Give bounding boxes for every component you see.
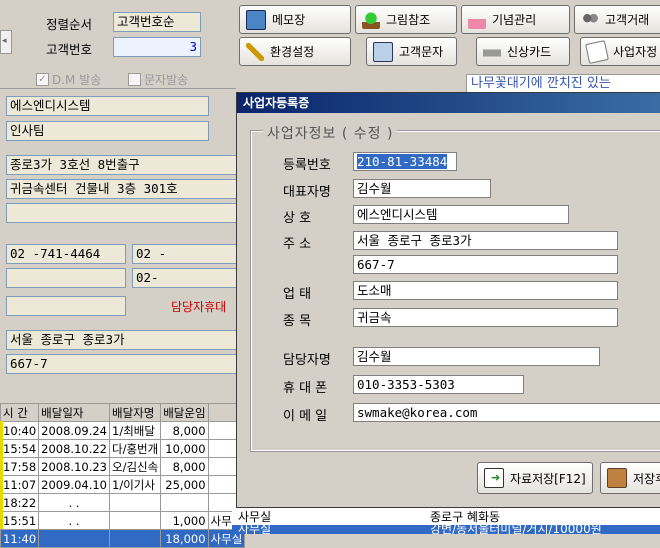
phone2-field[interactable]: 02 - [132, 244, 238, 264]
address1-field[interactable]: 종로3가 3호선 8번출구 [6, 155, 238, 175]
sms-send-checkbox[interactable]: 문자발송 [128, 71, 188, 88]
divider [0, 88, 236, 89]
table-row[interactable]: 10:40 2008.09.24 1/최배달 8,000 [0, 421, 246, 440]
address3-field[interactable] [6, 203, 238, 223]
cell-location: 사무실 [238, 510, 272, 524]
table-row[interactable]: 15:51. . 1,000 사무실 [0, 511, 246, 530]
fax-field[interactable] [6, 268, 126, 288]
custno-field[interactable]: 3 [113, 37, 201, 57]
door-exit-icon [607, 468, 627, 488]
table-row[interactable]: 15:54 2008.10.22 다/홍번개 10,000 [0, 439, 246, 458]
document-icon [585, 39, 609, 64]
anniversary-button[interactable]: 기념관리 [461, 5, 570, 34]
check-icon: ✓ [36, 73, 49, 86]
save-button[interactable]: ➜ 자료저장[F12] [477, 462, 593, 494]
sort-label: 정렬순서 [46, 17, 93, 32]
dialog-title: 사업자등록증 [237, 93, 660, 113]
table-header: 시 간 배달일자 배달자명 배달운임 [0, 403, 246, 422]
card-button[interactable]: 신상카드 [476, 37, 570, 66]
row-marker [0, 421, 3, 529]
cake-icon [468, 10, 486, 29]
arrow-icon: ◂ [2, 36, 7, 46]
company-field[interactable]: 에스엔디시스템 [6, 96, 209, 116]
mobile-label: 휴 대 폰 [283, 381, 328, 396]
dong-field[interactable]: 서울 종로구 종로3가 [6, 330, 238, 350]
address1-input[interactable]: 서울 종로구 종로3가 [353, 231, 618, 250]
table-row[interactable]: 17:58 2008.10.23 오/김신속 8,000 [0, 457, 246, 476]
company-name-field[interactable]: 에스엔디시스템 [353, 205, 569, 224]
manager-label: 담당자명 [283, 353, 331, 368]
email-label: 이 메 일 [283, 409, 328, 424]
business-button[interactable]: 사업자정 [580, 37, 660, 66]
company-label: 상 호 [283, 211, 312, 226]
biz-item-field[interactable]: 귀금속 [353, 308, 618, 327]
table-row-selected[interactable]: 11:40 18,000 사무실 [0, 529, 246, 548]
ceo-field[interactable]: 김수월 [353, 179, 491, 198]
manager-field[interactable]: 김수월 [353, 347, 600, 366]
tools-icon [246, 42, 264, 61]
tree-icon [362, 10, 380, 29]
people-icon [581, 10, 599, 29]
table-row[interactable]: 18:22. . [0, 493, 246, 512]
phone1-field[interactable]: 02 -741-4464 [6, 244, 126, 264]
biz-item-label: 종 목 [283, 314, 312, 329]
biz-type-field[interactable]: 도소매 [353, 281, 618, 300]
mobile-field[interactable] [6, 296, 126, 316]
selected-row-extension: 사무실 강변/동서울터미널/거지/10000원 [232, 525, 660, 534]
sms-button[interactable]: 고객문자 [366, 37, 457, 66]
group-title: 사업자정보 ( 수정 ) [263, 123, 398, 143]
biz-type-label: 업 태 [283, 287, 312, 302]
ceo-label: 대표자명 [283, 185, 331, 200]
notice-banner: 나무꽃대기에 깐치진 있는 [466, 74, 660, 94]
save-export-icon: ➜ [484, 468, 504, 488]
address-label: 주 소 [283, 237, 312, 252]
address2-input[interactable]: 667-7 [353, 255, 618, 274]
customer-trade-button[interactable]: 고객거래 [574, 5, 660, 34]
dm-checkbox[interactable]: ✓ D.M 발송 [36, 71, 101, 88]
save-exit-button[interactable]: 저장후 [600, 462, 660, 494]
custno-label: 고객번호 [46, 42, 93, 57]
cell-area: 종로구 혜화동 [430, 510, 501, 524]
memo-button[interactable]: 메모장 [239, 5, 351, 34]
settings-button[interactable]: 환경설정 [239, 37, 351, 66]
delivery-table[interactable]: 시 간 배달일자 배달자명 배달운임 10:40 2008.09.24 1/최배달 8… [0, 403, 246, 548]
email-input[interactable]: swmake@korea.com [353, 403, 660, 422]
reg-no-field[interactable]: 210-81-33484 [353, 152, 457, 171]
collapse-button[interactable]: ◂ [0, 30, 12, 54]
sort-select[interactable]: 고객번호순 [113, 12, 201, 32]
business-registration-dialog[interactable]: 사업자등록증 사업자정보 ( 수정 ) 등록번호 210-81-33484 대표… [236, 92, 660, 508]
printer-icon [483, 42, 501, 61]
mobile-input[interactable]: 010-3353-5303 [353, 375, 524, 394]
reg-no-label: 등록번호 [283, 158, 331, 173]
table-row[interactable]: 11:07 2009.04.10 1/이기사 25,000 [0, 475, 246, 494]
notepad-icon [246, 9, 266, 30]
bunji-field[interactable]: 667-7 [6, 354, 238, 374]
dept-field[interactable]: 인사팀 [6, 121, 209, 141]
message-icon [373, 41, 393, 62]
manager-mobile-label: 담당자휴대 [171, 300, 227, 314]
fax2-field[interactable]: 02- [132, 268, 238, 288]
address2-field[interactable]: 귀금속센터 건물내 3층 301호 [6, 179, 238, 199]
picture-button[interactable]: 그림참조 [355, 5, 457, 34]
